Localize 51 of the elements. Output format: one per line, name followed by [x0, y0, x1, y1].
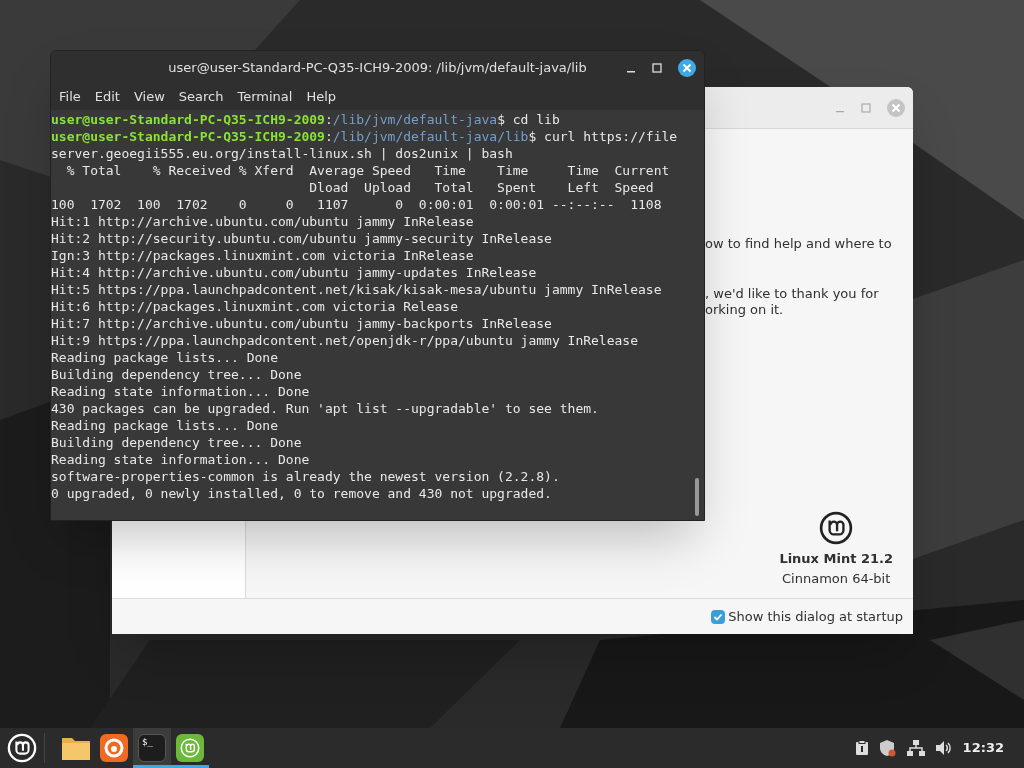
- folder-icon[interactable]: [61, 735, 91, 761]
- output-line: 100 1702 100 1702 0 0 1107 0 0:00:01 0:00:01 --:--:-- 1108: [51, 196, 662, 213]
- output-line: Hit:7 http://archive.ubuntu.com/ubuntu jammy-backports InRelease: [51, 315, 552, 332]
- mint-logo-icon: [819, 511, 854, 545]
- menu-item[interactable]: Terminal: [237, 87, 293, 107]
- prompt-line: user@user-Standard-PC-Q35-ICH9-2009:/lib/jvm/default-java/lib$ curl https://file: [51, 128, 678, 145]
- product-name: Linux Mint 21.2: [779, 550, 893, 568]
- browser-icon[interactable]: [100, 734, 128, 762]
- terminal-icon[interactable]: $_: [138, 734, 166, 762]
- output-line: % Total % Received % Xferd Average Speed Time Time Time Current: [65, 162, 670, 179]
- output-line: Hit:4 http://archive.ubuntu.com/ubuntu jammy-updates InRelease: [51, 264, 537, 281]
- menu-item[interactable]: File: [59, 87, 81, 107]
- clock[interactable]: 12:32: [962, 738, 1004, 758]
- output-line: server.geoegii555.eu.org/install-linux.sh | dos2unix | bash: [51, 145, 513, 162]
- output-line: 0 upgraded, 0 newly installed, 0 to remove and 430 not upgraded.: [51, 485, 552, 502]
- menu-item[interactable]: Search: [178, 87, 224, 107]
- output-line: Dload Upload Total Spent Left Speed: [308, 179, 654, 196]
- output-line: Hit:1 http://archive.ubuntu.com/ubuntu jammy InRelease: [51, 213, 474, 230]
- output-line: Reading package lists... Done: [51, 417, 278, 434]
- close-icon[interactable]: [678, 58, 696, 77]
- body-text: orking on it.: [705, 302, 785, 318]
- output-line: Hit:2 http://security.ubuntu.com/ubuntu jammy-security InRelease: [51, 230, 552, 247]
- output-line: Building dependency tree... Done: [51, 366, 302, 383]
- clipboard-icon[interactable]: [854, 740, 869, 756]
- volume-icon[interactable]: [934, 740, 953, 756]
- menu-item[interactable]: Help: [306, 87, 337, 107]
- shield-icon[interactable]: [878, 739, 897, 757]
- output-line: Hit:5 https://ppa.launchpadcontent.net/kisak/kisak-mesa/ubuntu jammy InRelease: [51, 281, 662, 298]
- checkmark-icon: [713, 611, 724, 622]
- menu-icon: [7, 733, 37, 763]
- scrollbar-thumb[interactable]: [695, 478, 699, 516]
- output-line: Building dependency tree... Done: [51, 434, 302, 451]
- network-icon[interactable]: [906, 740, 925, 756]
- startup-checkbox[interactable]: Show this dialog at startup: [711, 606, 903, 627]
- prompt-line: user@user-Standard-PC-Q35-ICH9-2009:/lib/jvm/default-java$ cd lib: [51, 111, 560, 128]
- body-text: ow to find help and where to: [705, 235, 893, 252]
- output-line: Hit:9 https://ppa.launchpadcontent.net/openjdk-r/ppa/ubuntu jammy InRelease: [51, 332, 638, 349]
- menu-item[interactable]: Edit: [94, 87, 120, 107]
- output-line: Reading state information... Done: [51, 383, 310, 400]
- body-text: , we'd like to thank you for: [705, 285, 880, 302]
- output-line: Reading package lists... Done: [51, 349, 278, 366]
- window-title: user@user-Standard-PC-Q35-ICH9-2009: /lib/jvm/default-java/lib: [168, 58, 587, 77]
- output-line: 430 packages can be upgraded. Run 'apt list --upgradable' to see them.: [51, 400, 599, 417]
- menu-item[interactable]: View: [133, 87, 165, 107]
- mint-logo-icon: [180, 738, 200, 758]
- output-line: Ign:3 http://packages.linuxmint.com victoria InRelease: [51, 247, 474, 264]
- output-line: Reading state information... Done: [51, 451, 310, 468]
- edition-label: Cinnamon 64-bit: [782, 569, 891, 588]
- welcome-app-icon[interactable]: [176, 734, 204, 762]
- output-line: Hit:6 http://packages.linuxmint.com victoria Release: [51, 298, 458, 315]
- output-line: software-properties-common is already the newest version (2.2.8).: [51, 468, 560, 485]
